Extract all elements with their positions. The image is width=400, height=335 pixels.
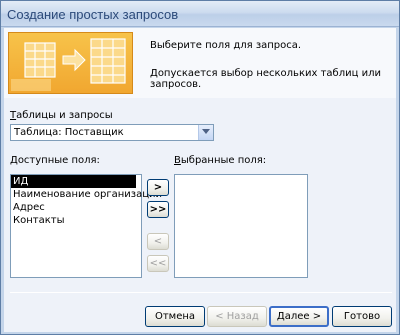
window-title: Создание простых запросов (7, 7, 179, 22)
list-item[interactable]: Адрес (11, 201, 141, 214)
header-panel: Выберите поля для запроса. Допускается в… (4, 28, 396, 98)
dropdown-arrow-icon (202, 129, 210, 134)
title-bar[interactable]: Создание простых запросов (1, 1, 399, 27)
header-instruction: Выберите поля для запроса. (150, 40, 302, 51)
add-one-button[interactable]: > (147, 179, 169, 196)
header-hint: Допускается выбор нескольких таблиц или … (150, 68, 381, 90)
selected-fields-label: Выбранные поля: (174, 155, 267, 166)
remove-all-button[interactable]: << (147, 255, 169, 272)
finish-button[interactable]: Готово (332, 306, 392, 327)
next-button[interactable]: Далее > (269, 306, 329, 327)
list-item[interactable]: Наименование организации (11, 188, 162, 201)
footer-separator (10, 292, 392, 293)
dropdown-button[interactable] (198, 125, 213, 140)
source-select[interactable]: Таблица: Поставщик (10, 124, 214, 141)
available-fields-label: Доступные поля: (10, 155, 100, 166)
list-item[interactable]: Контакты (11, 214, 141, 227)
query-wizard-window: Создание простых запросов Выберите поля … (0, 0, 400, 335)
available-fields-list[interactable]: ИД Наименование организации Адрес Контак… (10, 174, 162, 278)
back-button[interactable]: < Назад (207, 306, 267, 327)
add-all-button[interactable]: >> (147, 201, 169, 218)
wizard-illustration (8, 32, 133, 94)
cancel-button[interactable]: Отмена (145, 306, 205, 327)
remove-one-button[interactable]: < (147, 233, 169, 250)
dialog-body: Выберите поля для запроса. Допускается в… (4, 28, 396, 332)
selected-fields-list[interactable] (174, 174, 308, 278)
list-item[interactable]: ИД (11, 175, 136, 188)
tables-queries-label: Таблицы и запросы (10, 110, 113, 121)
source-select-value: Таблица: Поставщик (14, 127, 124, 138)
